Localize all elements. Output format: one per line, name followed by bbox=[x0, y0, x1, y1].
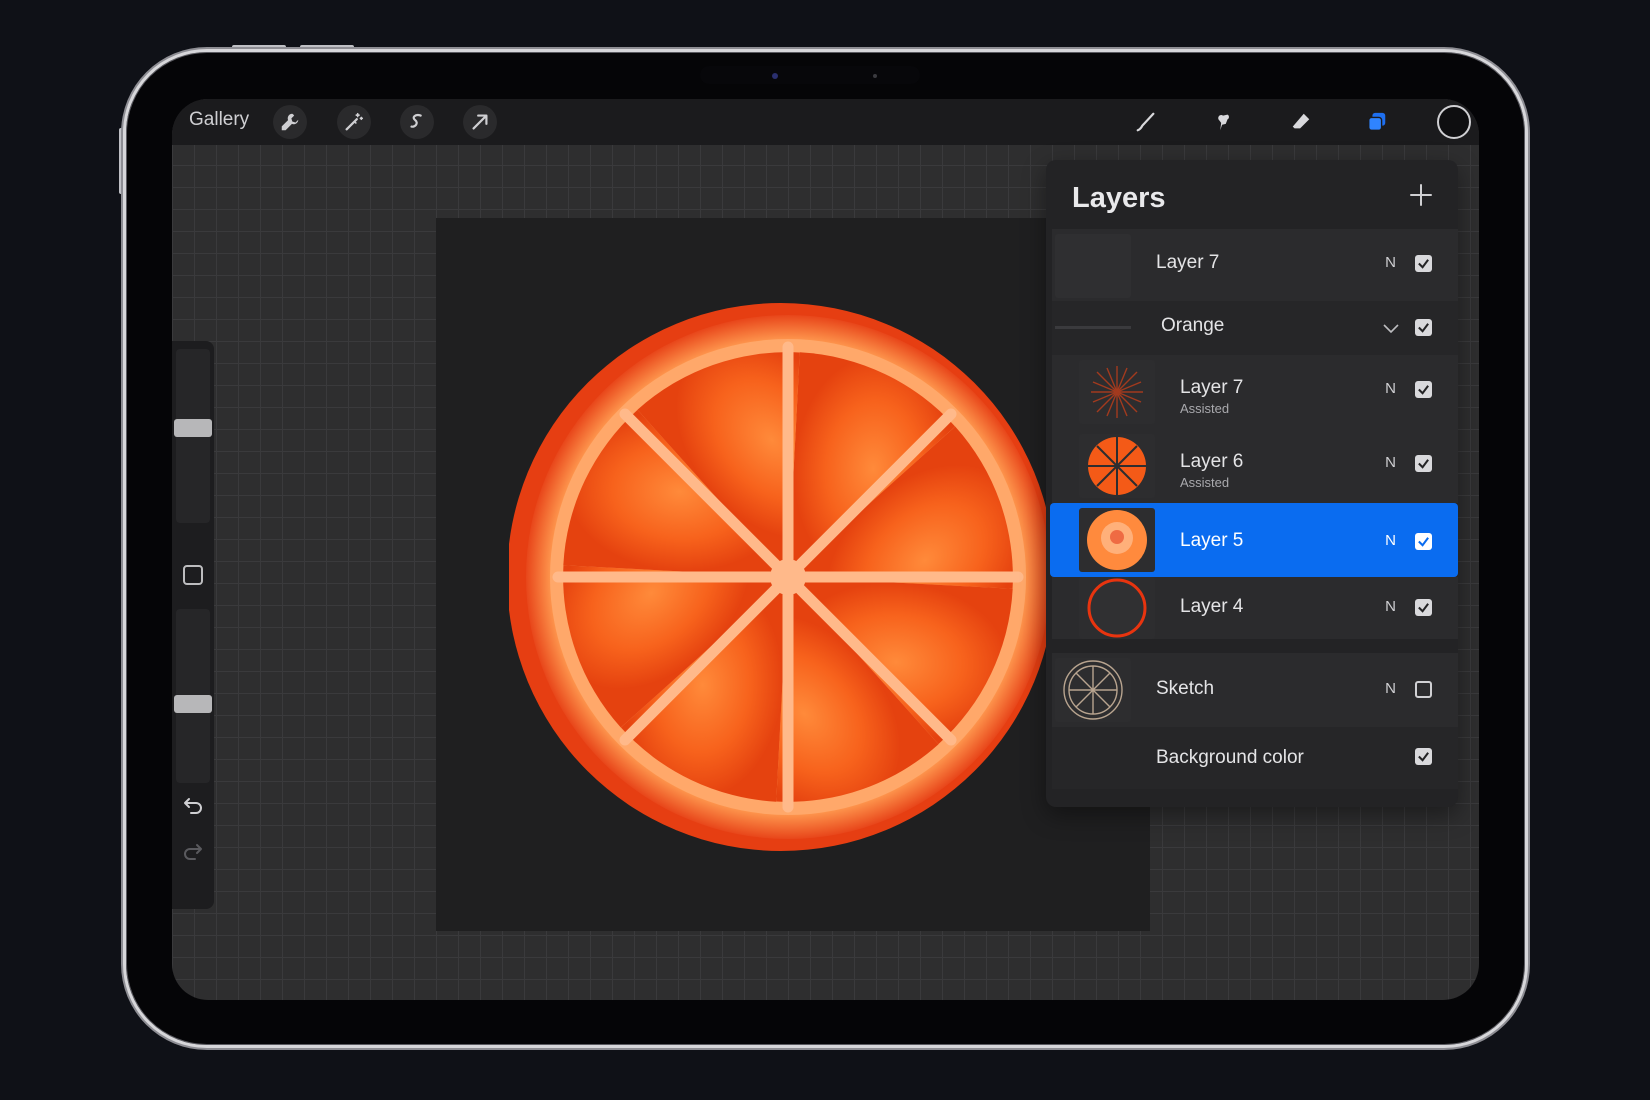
blend-mode-button[interactable]: N bbox=[1385, 598, 1396, 615]
smudge-icon[interactable] bbox=[1206, 105, 1240, 139]
layer-row[interactable]: Layer 6 Assisted N bbox=[1052, 429, 1458, 503]
transform-arrow-icon[interactable] bbox=[463, 105, 497, 139]
layer-name: Layer 7 bbox=[1156, 252, 1220, 273]
visibility-checkbox[interactable] bbox=[1415, 319, 1432, 336]
layers-panel-title: Layers bbox=[1072, 182, 1166, 214]
layer-group-row[interactable]: Orange bbox=[1052, 301, 1458, 355]
layer-thumbnail bbox=[1079, 360, 1155, 424]
layer-row[interactable]: Sketch N bbox=[1052, 653, 1458, 727]
layer-name: Sketch bbox=[1156, 678, 1215, 699]
layer-row-selected[interactable]: Layer 5 N bbox=[1050, 503, 1458, 577]
layer-row[interactable]: Layer 4 N bbox=[1052, 577, 1458, 639]
layer-thumbnail bbox=[1079, 434, 1155, 498]
plus-icon[interactable] bbox=[1406, 180, 1436, 210]
selection-icon[interactable] bbox=[400, 105, 434, 139]
color-swatch[interactable] bbox=[1437, 105, 1471, 139]
artwork-canvas[interactable] bbox=[436, 218, 1150, 931]
blend-mode-button[interactable]: N bbox=[1385, 254, 1396, 271]
procreate-screen: Gallery Layers Layer 7 N Orange Layer 7 … bbox=[172, 99, 1479, 1000]
eraser-icon[interactable] bbox=[1284, 105, 1318, 139]
chevron-down-icon[interactable] bbox=[1382, 319, 1400, 337]
blend-mode-button[interactable]: N bbox=[1385, 680, 1396, 697]
group-line bbox=[1055, 326, 1131, 329]
layer-thumbnail bbox=[1079, 508, 1155, 572]
visibility-checkbox[interactable] bbox=[1415, 748, 1432, 765]
layer-thumbnail bbox=[1055, 658, 1131, 722]
layers-panel: Layers Layer 7 N Orange Layer 7 Assisted bbox=[1046, 160, 1458, 807]
visibility-checkbox[interactable] bbox=[1415, 455, 1432, 472]
brush-icon[interactable] bbox=[1129, 105, 1163, 139]
layer-name: Layer 7 bbox=[1180, 377, 1244, 398]
gallery-button[interactable]: Gallery bbox=[189, 109, 249, 131]
layer-thumbnail bbox=[1055, 234, 1131, 298]
undo-icon[interactable] bbox=[181, 793, 205, 817]
camera-housing bbox=[700, 66, 920, 84]
redo-icon[interactable] bbox=[181, 839, 205, 863]
layers-icon[interactable] bbox=[1360, 105, 1394, 139]
layer-thumbnail bbox=[1079, 577, 1155, 639]
sensor bbox=[873, 74, 877, 78]
layer-name: Layer 6 bbox=[1180, 451, 1244, 472]
magic-wand-icon[interactable] bbox=[337, 105, 371, 139]
visibility-checkbox[interactable] bbox=[1415, 381, 1432, 398]
blend-mode-button[interactable]: N bbox=[1385, 380, 1396, 397]
background-color-row[interactable]: Background color bbox=[1052, 727, 1458, 789]
top-toolbar: Gallery bbox=[172, 99, 1479, 145]
opacity-thumb[interactable] bbox=[174, 694, 212, 713]
visibility-checkbox[interactable] bbox=[1415, 599, 1432, 616]
blend-mode-button[interactable]: N bbox=[1385, 454, 1396, 471]
wrench-icon[interactable] bbox=[273, 105, 307, 139]
layer-name: Layer 4 bbox=[1180, 596, 1244, 617]
blend-mode-button[interactable]: N bbox=[1385, 532, 1396, 549]
orange-slice-artwork bbox=[509, 303, 1054, 851]
layer-subtitle: Assisted bbox=[1180, 401, 1230, 416]
layer-row[interactable]: Layer 7 Assisted N bbox=[1052, 355, 1458, 429]
modify-button[interactable] bbox=[183, 565, 203, 585]
visibility-checkbox[interactable] bbox=[1415, 255, 1432, 272]
camera-lens bbox=[772, 73, 778, 79]
brush-size-thumb[interactable] bbox=[174, 419, 212, 438]
visibility-checkbox[interactable] bbox=[1415, 681, 1432, 698]
layer-subtitle: Assisted bbox=[1180, 475, 1230, 490]
layer-name: Layer 5 bbox=[1180, 530, 1244, 551]
layer-name: Background color bbox=[1156, 747, 1304, 768]
visibility-checkbox[interactable] bbox=[1415, 533, 1432, 550]
layer-row[interactable]: Layer 7 N bbox=[1052, 229, 1458, 301]
group-name: Orange bbox=[1161, 315, 1225, 336]
left-sidebar bbox=[172, 341, 214, 909]
